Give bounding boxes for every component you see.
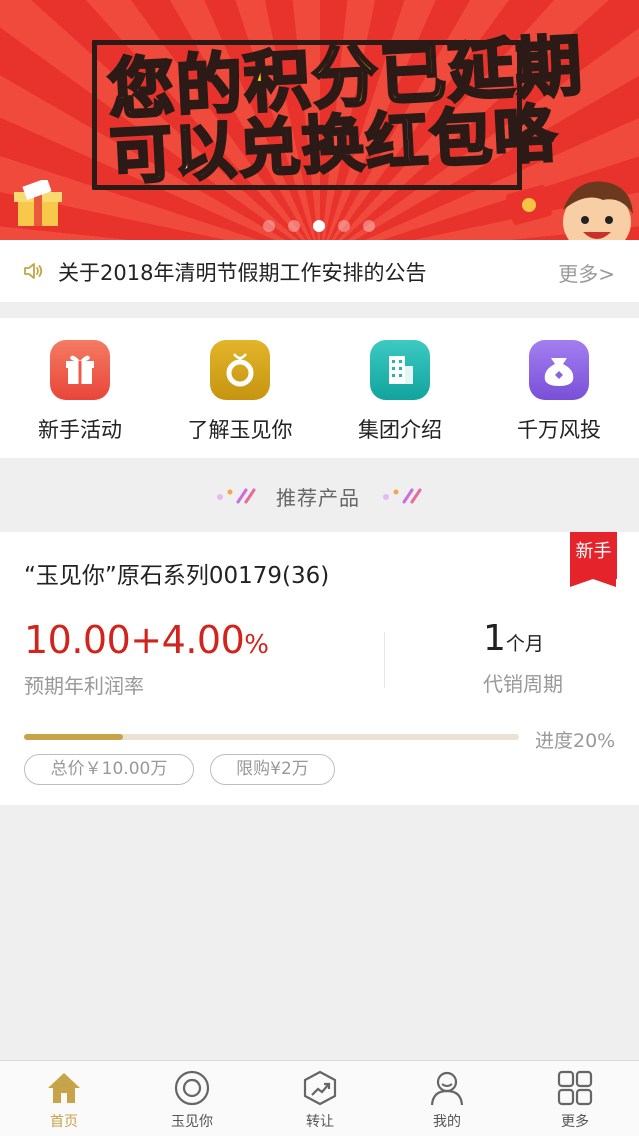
quick-item-venture[interactable]: 千万风投 — [479, 340, 639, 444]
transfer-icon — [303, 1070, 337, 1106]
tab-transfer[interactable]: 转让 — [256, 1069, 384, 1131]
period-unit: 个月 — [505, 633, 544, 655]
quick-label: 了解玉见你 — [187, 418, 293, 442]
period-label: 代销周期 — [483, 672, 563, 696]
quick-menu: 新手活动 了解玉见你 集团介绍 千万风投 — [0, 318, 639, 458]
user-icon — [430, 1071, 464, 1106]
promo-banner[interactable]: 您的积分已延期 可以兑换红包咯 — [0, 0, 639, 240]
tab-label: 更多 — [561, 1114, 589, 1130]
money-bag-icon — [529, 340, 589, 400]
home-icon — [48, 1073, 80, 1103]
period-value: 1 — [483, 618, 506, 659]
rate-base: 10.00 — [24, 618, 131, 662]
rate-label: 预期年利润率 — [24, 674, 144, 698]
gift-icon — [50, 340, 110, 400]
quick-label: 新手活动 — [38, 418, 122, 442]
purchase-limit-tag: 限购¥2万 — [210, 754, 335, 785]
building-icon — [370, 340, 430, 400]
progress-fill — [24, 734, 123, 740]
bottom-tab-bar: 首页 玉见你 转让 我的 更多 — [0, 1060, 639, 1136]
decoration-icon — [217, 488, 256, 504]
expected-rate: 10.00+4.00% — [24, 618, 269, 662]
speaker-icon — [24, 263, 43, 279]
product-card[interactable]: “玉见你”原石系列00179(36) 新手 10.00+4.00% 预期年利润率… — [0, 532, 639, 805]
gift-box-illustration — [14, 180, 62, 226]
notice-bar[interactable]: 关于2018年清明节假期工作安排的公告 更多> — [0, 240, 639, 302]
tab-home[interactable]: 首页 — [0, 1069, 128, 1131]
quick-label: 集团介绍 — [358, 418, 442, 442]
grid-icon — [557, 1070, 593, 1106]
cartoon-boy-illustration — [563, 181, 633, 240]
tab-more[interactable]: 更多 — [511, 1069, 639, 1131]
jade-disc-icon — [210, 340, 270, 400]
product-title: “玉见你”原石系列00179(36) — [24, 563, 330, 589]
quick-item-group-intro[interactable]: 集团介绍 — [320, 340, 480, 444]
tab-label: 玉见你 — [171, 1114, 213, 1130]
carousel-indicator — [263, 220, 375, 232]
quick-label: 千万风投 — [517, 418, 601, 442]
notice-more-link[interactable]: 更多> — [558, 258, 615, 287]
tab-jade[interactable]: 玉见你 — [128, 1069, 256, 1131]
recommended-section-header: 推荐产品 — [0, 470, 639, 518]
section-title: 推荐产品 — [276, 486, 360, 510]
rate-percent: % — [244, 630, 269, 660]
notice-text[interactable]: 关于2018年清明节假期工作安排的公告 — [58, 257, 426, 287]
tab-label: 我的 — [433, 1114, 461, 1130]
quick-item-about-jade[interactable]: 了解玉见你 — [160, 340, 320, 444]
sale-period: 1个月 — [483, 618, 544, 659]
carousel-dot-active[interactable] — [313, 220, 325, 232]
progress-bar — [24, 734, 519, 740]
quick-item-newbie[interactable]: 新手活动 — [0, 340, 160, 444]
carousel-dot[interactable] — [288, 220, 300, 232]
carousel-dot[interactable] — [338, 220, 350, 232]
progress-text: 进度20% — [535, 730, 616, 752]
carousel-dot[interactable] — [263, 220, 275, 232]
tab-label: 首页 — [50, 1114, 78, 1130]
tab-label: 转让 — [306, 1114, 334, 1130]
carousel-dot[interactable] — [363, 220, 375, 232]
tab-mine[interactable]: 我的 — [383, 1069, 511, 1131]
total-price-tag: 总价￥10.00万 — [24, 754, 194, 785]
decoration-icon — [383, 488, 422, 504]
newbie-badge: 新手 — [570, 532, 617, 587]
jade-icon — [174, 1070, 210, 1106]
divider — [384, 632, 385, 688]
rate-plus: +4.00 — [130, 618, 245, 662]
